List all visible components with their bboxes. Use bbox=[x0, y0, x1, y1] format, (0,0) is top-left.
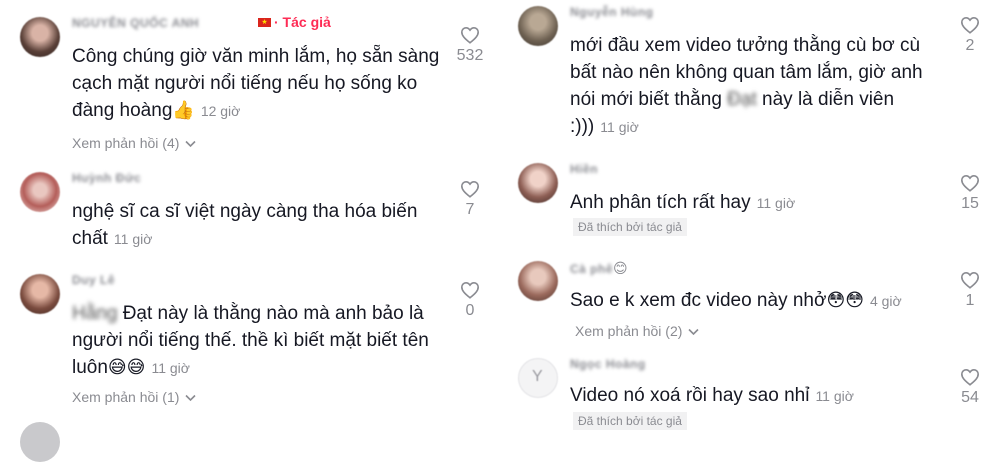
like-count: 532 bbox=[456, 47, 484, 64]
heart-outline-icon bbox=[960, 16, 980, 34]
avatar[interactable] bbox=[20, 17, 60, 57]
like-button[interactable]: 2 bbox=[948, 16, 992, 55]
mention-tag[interactable]: Hằng bbox=[72, 303, 117, 324]
heart-outline-icon bbox=[960, 174, 980, 192]
comment-username[interactable]: Nguyễn Hùng bbox=[570, 5, 654, 19]
comment-text: Sao e k xem đc video này nhở😳😳 4 giờ bbox=[570, 290, 902, 311]
like-count: 7 bbox=[465, 201, 475, 218]
comment-timestamp: 11 giờ bbox=[600, 119, 639, 135]
like-count: 2 bbox=[965, 37, 975, 54]
thumbs-up-emoji: 👍 bbox=[172, 100, 195, 120]
comment-username[interactable]: NGUYỄN QUỐC ANH bbox=[72, 16, 199, 30]
comment-username[interactable]: Ngọc Hoàng bbox=[570, 357, 646, 371]
liked-by-author-badge: Đã thích bởi tác giả bbox=[573, 412, 687, 430]
like-button[interactable]: 7 bbox=[448, 180, 492, 219]
avatar[interactable] bbox=[518, 261, 558, 301]
heart-outline-icon bbox=[460, 281, 480, 299]
comment-timestamp: 4 giờ bbox=[869, 293, 902, 309]
like-count: 0 bbox=[465, 302, 475, 319]
column-divider bbox=[497, 0, 503, 429]
like-button[interactable]: 15 bbox=[948, 174, 992, 213]
heart-outline-icon bbox=[960, 271, 980, 289]
comment-text: Video nó xoá rồi hay sao nhỉ 11 giờ bbox=[570, 385, 854, 406]
comment-text: mới đầu xem video tưởng thằng cù bơ cù b… bbox=[570, 35, 923, 137]
like-button[interactable]: 0 bbox=[448, 281, 492, 320]
comment-timestamp: 11 giờ bbox=[151, 360, 190, 376]
view-replies-button[interactable]: Xem phản hồi (1) bbox=[72, 389, 196, 405]
flushed-emoji: 😳😳 bbox=[826, 290, 864, 310]
laughing-emoji: 😅😅 bbox=[107, 357, 146, 377]
heart-outline-icon bbox=[460, 26, 480, 44]
chevron-down-icon bbox=[185, 395, 196, 402]
heart-outline-icon bbox=[460, 180, 480, 198]
avatar[interactable] bbox=[20, 172, 60, 212]
comment-username[interactable]: Hiền bbox=[570, 162, 598, 176]
avatar[interactable] bbox=[518, 6, 558, 46]
comment-username[interactable]: Cà phê😊 bbox=[570, 260, 628, 277]
view-replies-button[interactable]: Xem phản hồi (4) bbox=[72, 135, 196, 151]
comment-username[interactable]: Huỳnh Đức bbox=[72, 171, 141, 185]
comment-username[interactable]: Duy Lê bbox=[72, 273, 115, 287]
default-avatar-icon: Y bbox=[532, 368, 543, 385]
like-button[interactable]: 54 bbox=[948, 368, 992, 407]
avatar[interactable] bbox=[20, 422, 60, 462]
like-button[interactable]: 532 bbox=[448, 26, 492, 65]
comment-timestamp: 11 giờ bbox=[756, 195, 796, 211]
chevron-down-icon bbox=[185, 141, 196, 148]
avatar[interactable] bbox=[518, 163, 558, 203]
vietnam-flag-icon: ★ bbox=[258, 17, 271, 27]
liked-by-author-badge: Đã thích bởi tác giả bbox=[573, 218, 687, 236]
like-button[interactable]: 1 bbox=[948, 271, 992, 310]
avatar[interactable] bbox=[20, 274, 60, 314]
view-replies-button[interactable]: Xem phản hồi (2) bbox=[575, 323, 699, 339]
like-count: 54 bbox=[961, 389, 979, 406]
comment-timestamp: 11 giờ bbox=[815, 388, 854, 404]
like-count: 1 bbox=[965, 292, 975, 309]
comment-timestamp: 12 giờ bbox=[200, 103, 241, 119]
like-count: 15 bbox=[961, 195, 979, 212]
author-badge: ★ · Tác giả bbox=[256, 14, 331, 30]
comment-text: Công chúng giờ văn minh lắm, họ sẵn sàng… bbox=[72, 46, 440, 121]
comment-timestamp: 11 giờ bbox=[113, 231, 153, 247]
avatar[interactable]: Y bbox=[518, 358, 558, 398]
smile-emoji: 😊 bbox=[613, 260, 629, 276]
chevron-down-icon bbox=[688, 329, 699, 336]
comment-text: nghệ sĩ ca sĩ việt ngày càng tha hóa biế… bbox=[72, 201, 418, 249]
comment-text: Anh phân tích rất hay 11 giờ bbox=[570, 192, 796, 213]
heart-outline-icon bbox=[960, 368, 980, 386]
hidden-word: Đạt bbox=[727, 89, 757, 110]
comment-text: Hằng Đạt này là thằng nào mà anh bảo là … bbox=[72, 303, 429, 378]
